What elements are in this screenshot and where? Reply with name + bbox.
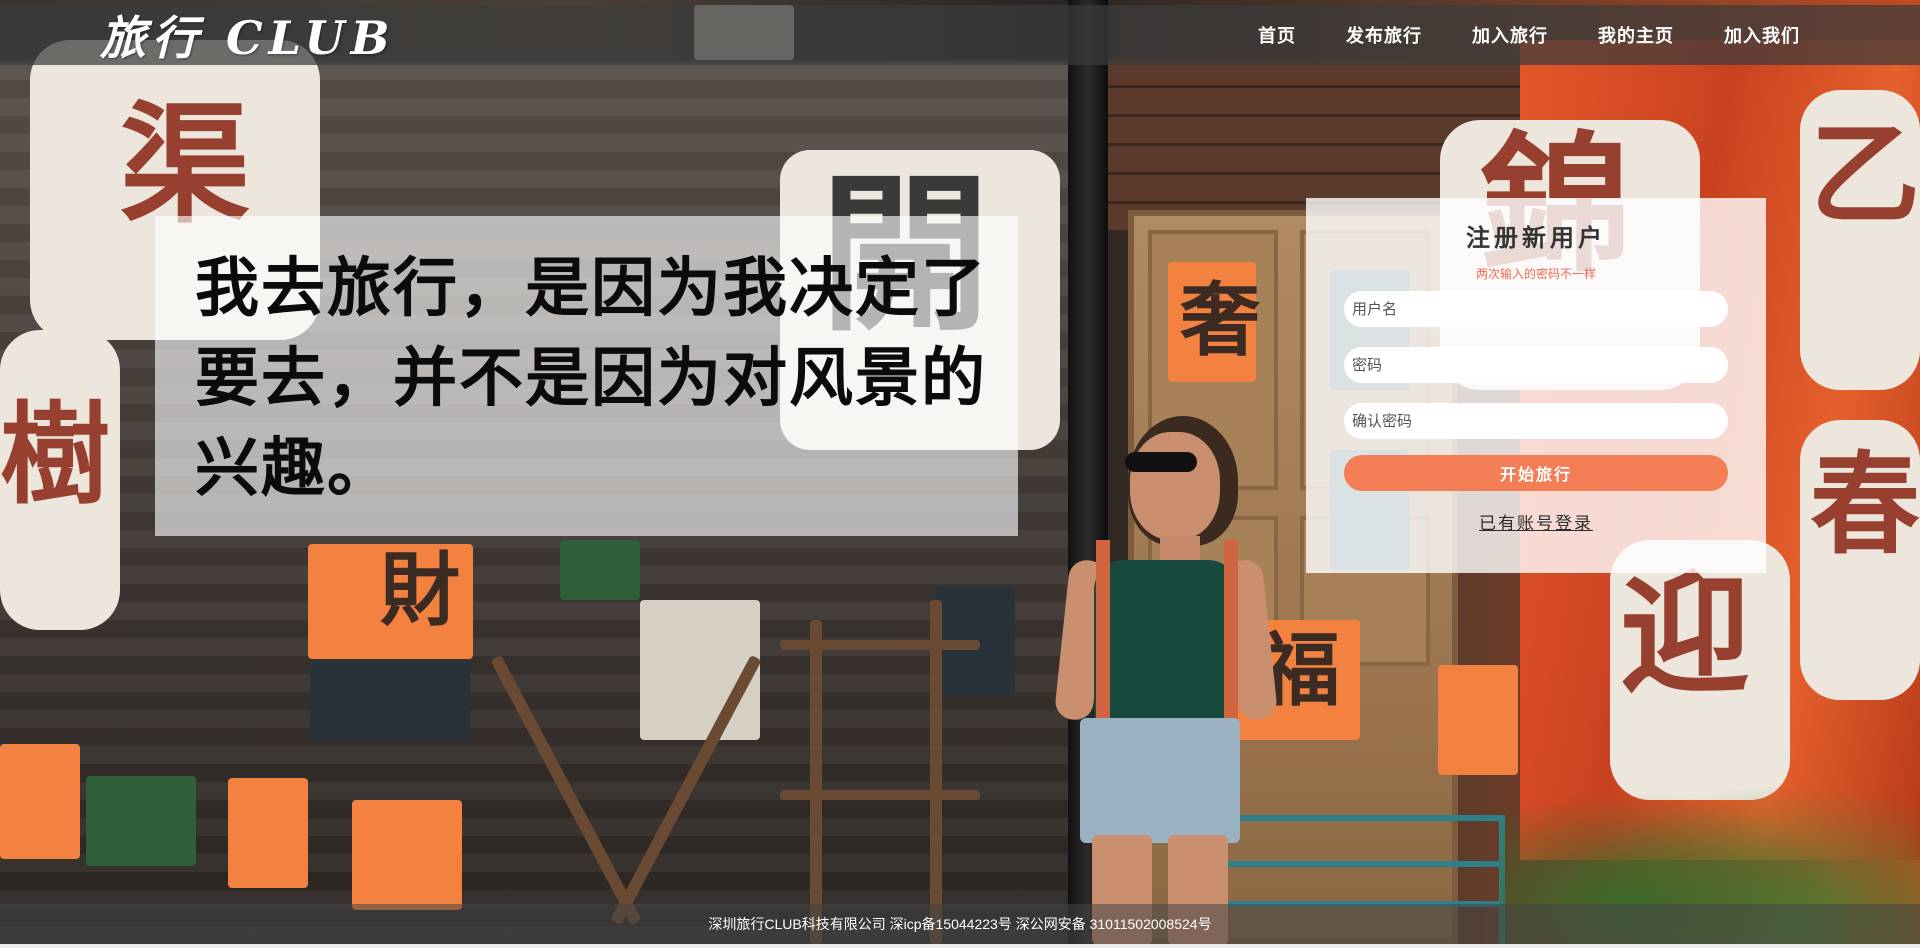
login-link[interactable]: 已有账号登录	[1479, 509, 1593, 534]
ladder	[780, 640, 980, 650]
person-face	[1130, 432, 1220, 540]
site-logo[interactable]: 旅行 CLUB	[100, 2, 395, 68]
ladder	[810, 620, 822, 944]
nav-my-profile[interactable]: 我的主页	[1598, 22, 1674, 48]
register-title: 注册新用户	[1466, 223, 1606, 252]
backpack-strap	[1096, 540, 1110, 720]
person-sunglasses	[1125, 452, 1197, 472]
password-mismatch-error: 两次输入的密码不一样	[1475, 267, 1596, 281]
quote-panel: 我去旅行，是因为我决定了要去，并不是因为对风景的兴趣。	[155, 216, 1018, 536]
poster	[0, 744, 80, 859]
poster-calligraphy: 迎	[1620, 558, 1751, 711]
poster-calligraphy: 奢	[1180, 273, 1260, 367]
poster	[86, 776, 196, 866]
register-form: 开始旅行	[1344, 291, 1728, 491]
ladder	[780, 790, 980, 800]
person-shorts	[1080, 718, 1240, 843]
nav-join-trip[interactable]: 加入旅行	[1472, 22, 1548, 48]
poster	[560, 540, 640, 600]
poster	[352, 800, 462, 910]
backpack-strap	[1224, 540, 1238, 720]
site-footer: 深圳旅行CLUB科技有限公司 深icp备15044223号 深公网安备 3101…	[0, 904, 1920, 944]
register-panel: 注册新用户 两次输入的密码不一样 开始旅行 已有账号登录	[1306, 198, 1766, 573]
password-input[interactable]	[1344, 347, 1728, 383]
username-input[interactable]	[1344, 291, 1728, 327]
poster-calligraphy: 樹	[0, 390, 110, 519]
poster-calligraphy: 春	[1810, 440, 1920, 569]
main-nav: 首页 发布旅行 加入旅行 我的主页 加入我们	[1258, 5, 1800, 65]
confirm-password-input[interactable]	[1344, 403, 1728, 439]
travel-quote: 我去旅行，是因为我决定了要去，并不是因为对风景的兴趣。	[195, 251, 987, 506]
poster-calligraphy: 乙	[1810, 110, 1920, 239]
poster	[1438, 665, 1518, 775]
nav-publish-trip[interactable]: 发布旅行	[1346, 22, 1422, 48]
ladder	[930, 600, 942, 944]
poster	[310, 660, 470, 740]
poster-calligraphy: 財	[380, 543, 460, 637]
poster	[228, 778, 308, 888]
site-header: 旅行 CLUB 首页 发布旅行 加入旅行 我的主页 加入我们	[0, 5, 1920, 65]
person-top	[1094, 560, 1238, 730]
poster-calligraphy: 渠	[120, 88, 251, 241]
start-travel-button[interactable]: 开始旅行	[1344, 455, 1728, 491]
nav-home[interactable]: 首页	[1258, 22, 1296, 48]
nav-join-us[interactable]: 加入我们	[1724, 22, 1800, 48]
